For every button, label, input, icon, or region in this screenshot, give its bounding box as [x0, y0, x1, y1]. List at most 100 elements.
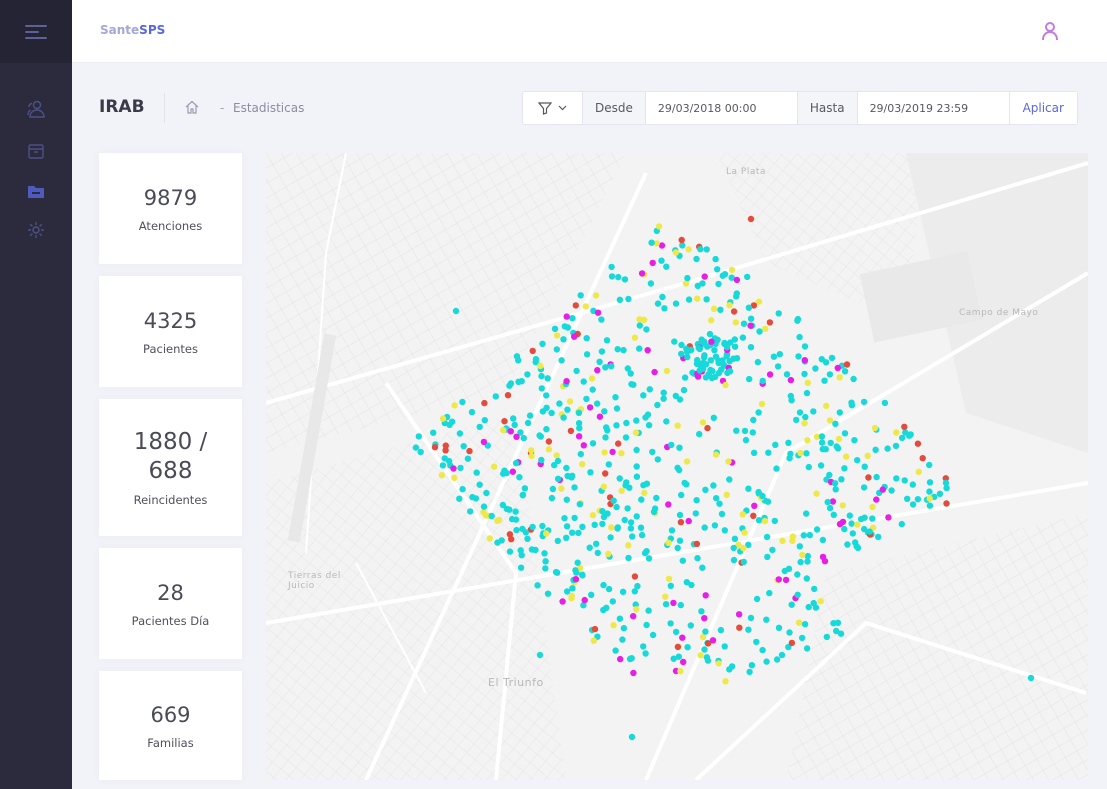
map-marker[interactable]: [888, 487, 895, 494]
map-marker[interactable]: [504, 392, 512, 399]
map-marker[interactable]: [674, 422, 681, 429]
map-marker[interactable]: [794, 591, 801, 598]
map-marker[interactable]: [662, 601, 670, 608]
map-marker[interactable]: [694, 295, 701, 302]
map-marker[interactable]: [715, 280, 722, 288]
map-marker[interactable]: [715, 660, 722, 667]
sidebar-item-settings[interactable]: [26, 220, 46, 240]
map-marker[interactable]: [765, 449, 772, 456]
map-marker[interactable]: [614, 346, 621, 353]
map-marker[interactable]: [568, 474, 575, 481]
map-marker[interactable]: [548, 494, 556, 502]
map-marker[interactable]: [671, 338, 678, 345]
map-marker[interactable]: [741, 529, 748, 536]
map-marker[interactable]: [439, 462, 447, 469]
map-marker[interactable]: [625, 554, 632, 562]
map-marker[interactable]: [861, 525, 868, 533]
map-marker[interactable]: [794, 571, 801, 578]
map-marker[interactable]: [699, 419, 707, 426]
map-marker[interactable]: [770, 353, 778, 360]
map-marker[interactable]: [716, 500, 723, 507]
map-marker[interactable]: [801, 370, 808, 378]
map-marker[interactable]: [885, 514, 892, 521]
map-marker[interactable]: [732, 319, 739, 326]
map-marker[interactable]: [517, 564, 525, 571]
map-marker[interactable]: [524, 535, 531, 542]
map-marker[interactable]: [621, 516, 628, 524]
map-marker[interactable]: [694, 373, 702, 380]
map-marker[interactable]: [601, 449, 608, 456]
map-marker[interactable]: [684, 353, 691, 361]
map-marker[interactable]: [572, 567, 579, 574]
map-marker[interactable]: [696, 367, 703, 374]
map-marker[interactable]: [543, 530, 550, 537]
map-marker[interactable]: [696, 430, 703, 438]
map-marker[interactable]: [581, 596, 588, 604]
map-marker[interactable]: [506, 531, 514, 538]
map-marker[interactable]: [451, 474, 458, 481]
map-marker[interactable]: [826, 504, 834, 512]
map-marker[interactable]: [759, 492, 766, 500]
map-marker[interactable]: [703, 296, 710, 303]
map-marker[interactable]: [582, 303, 589, 310]
map-marker[interactable]: [766, 371, 774, 378]
map-marker[interactable]: [685, 246, 692, 253]
map-marker[interactable]: [576, 501, 583, 508]
map-marker[interactable]: [907, 431, 914, 438]
map-marker[interactable]: [776, 351, 783, 358]
map-marker[interactable]: [590, 637, 597, 644]
map-marker[interactable]: [636, 322, 643, 329]
map-marker[interactable]: [594, 367, 601, 374]
map-marker[interactable]: [633, 446, 640, 454]
map-marker[interactable]: [676, 511, 684, 519]
map-marker[interactable]: [532, 356, 540, 363]
map-marker[interactable]: [773, 465, 780, 472]
map-marker[interactable]: [615, 440, 622, 447]
map-marker[interactable]: [431, 444, 439, 451]
map-marker[interactable]: [572, 576, 580, 583]
map-marker[interactable]: [766, 319, 774, 326]
map-marker[interactable]: [785, 439, 792, 446]
map-marker[interactable]: [677, 519, 685, 526]
map-marker[interactable]: [693, 497, 700, 504]
map-marker[interactable]: [572, 302, 579, 309]
map-marker[interactable]: [457, 464, 464, 472]
map-marker[interactable]: [563, 523, 571, 530]
map-marker[interactable]: [849, 530, 856, 537]
map-marker[interactable]: [893, 429, 900, 436]
map-marker[interactable]: [817, 462, 825, 469]
map-marker[interactable]: [805, 603, 812, 611]
map-marker[interactable]: [733, 276, 741, 284]
map-marker[interactable]: [626, 655, 634, 663]
map-marker[interactable]: [848, 520, 855, 527]
map-marker[interactable]: [857, 515, 865, 523]
map-marker[interactable]: [571, 484, 578, 491]
map-marker[interactable]: [854, 521, 861, 528]
map-marker[interactable]: [812, 365, 819, 372]
map-marker[interactable]: [631, 334, 639, 341]
map-marker[interactable]: [480, 503, 488, 510]
map-marker[interactable]: [774, 363, 782, 370]
map-marker[interactable]: [563, 378, 570, 385]
map-marker[interactable]: [661, 305, 668, 312]
map-marker[interactable]: [793, 416, 800, 424]
map-marker[interactable]: [833, 627, 840, 635]
breadcrumb-link[interactable]: Estadisticas: [233, 101, 304, 115]
map-marker[interactable]: [524, 419, 532, 427]
map-marker[interactable]: [679, 634, 686, 641]
map-marker[interactable]: [495, 516, 503, 524]
map-marker[interactable]: [836, 374, 843, 381]
map-marker[interactable]: [759, 646, 766, 654]
map-marker[interactable]: [701, 524, 708, 531]
map-marker[interactable]: [797, 558, 804, 566]
map-marker[interactable]: [826, 371, 834, 378]
brand-logo[interactable]: SanteSPS: [100, 23, 165, 37]
map-marker[interactable]: [594, 549, 601, 557]
map-marker[interactable]: [513, 526, 520, 534]
map-marker[interactable]: [803, 510, 810, 517]
map-marker[interactable]: [620, 346, 627, 354]
map-marker[interactable]: [823, 402, 830, 410]
map-marker[interactable]: [665, 501, 672, 508]
map-marker[interactable]: [740, 545, 747, 552]
map-marker[interactable]: [516, 474, 523, 481]
